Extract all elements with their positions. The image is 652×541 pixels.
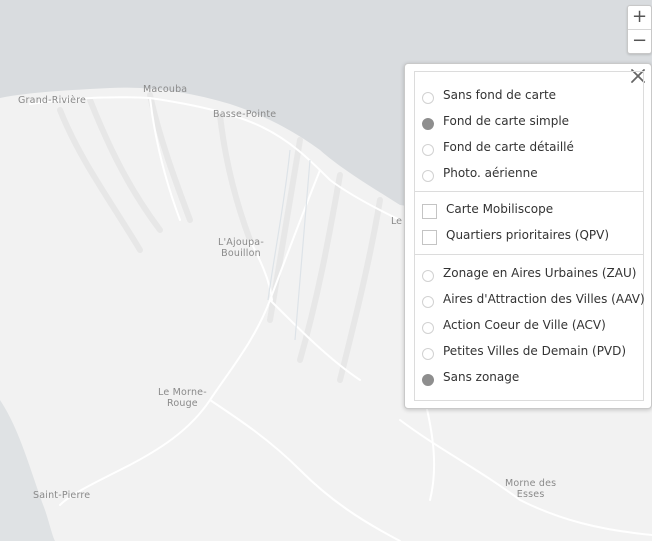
zoning-radio[interactable]	[422, 322, 434, 334]
place-label-grand-riviere: Grand-Rivière	[18, 95, 87, 106]
zoning-option-pvd[interactable]: Petites Villes de Demain (PVD)	[415, 341, 643, 363]
basemap-radio[interactable]	[422, 170, 434, 182]
basemap-label: Fond de carte simple	[443, 114, 570, 128]
overlay-option-qpv[interactable]: Quartiers prioritaires (QPV)	[415, 226, 643, 248]
overlay-label: Carte Mobiliscope	[446, 202, 554, 216]
zoning-radio[interactable]	[422, 374, 434, 386]
zoning-option-none[interactable]: Sans zonage	[415, 367, 643, 389]
basemap-option-detailed[interactable]: Fond de carte détaillé	[415, 137, 643, 159]
zoning-radio[interactable]	[422, 270, 434, 282]
place-label-saint-pierre: Saint-Pierre	[33, 490, 91, 501]
basemap-radio[interactable]	[422, 144, 434, 156]
place-label-macouba: Macouba	[143, 84, 188, 95]
place-label-ajoupa-bouillon: L'Ajoupa- Bouillon	[218, 237, 264, 259]
section-divider	[415, 191, 643, 192]
place-label-morne-des-esses: Morne des Esses	[505, 478, 557, 500]
overlay-label: Quartiers prioritaires (QPV)	[446, 228, 610, 242]
section-divider	[415, 254, 643, 255]
overlay-checkbox[interactable]	[422, 230, 437, 245]
zoning-label: Sans zonage	[443, 370, 520, 384]
basemap-label: Fond de carte détaillé	[443, 140, 574, 154]
zoom-control: + −	[627, 5, 652, 54]
basemap-option-simple[interactable]: Fond de carte simple	[415, 111, 643, 133]
basemap-radio[interactable]	[422, 92, 434, 104]
layers-panel: Sans fond de carte Fond de carte simple …	[404, 63, 652, 409]
overlay-option-mobiliscope[interactable]: Carte Mobiliscope	[415, 200, 643, 222]
basemap-label: Sans fond de carte	[443, 88, 557, 102]
layers-list: Sans fond de carte Fond de carte simple …	[414, 71, 645, 401]
basemap-label: Photo. aérienne	[443, 166, 538, 180]
zoning-label: Action Coeur de Ville (ACV)	[443, 318, 606, 332]
place-label-partial: Le	[391, 216, 402, 227]
zoning-option-zau[interactable]: Zonage en Aires Urbaines (ZAU)	[415, 263, 643, 285]
overlay-checkbox[interactable]	[422, 204, 437, 219]
zoning-radio[interactable]	[422, 296, 434, 308]
zoning-label: Zonage en Aires Urbaines (ZAU)	[443, 266, 637, 280]
place-label-basse-pointe: Basse-Pointe	[213, 109, 277, 120]
zoning-option-aav[interactable]: Aires d'Attraction des Villes (AAV)	[415, 289, 645, 311]
place-label-morne-rouge: Le Morne- Rouge	[158, 387, 207, 409]
zoning-label: Aires d'Attraction des Villes (AAV)	[443, 292, 645, 306]
basemap-radio[interactable]	[422, 118, 434, 130]
zoning-option-acv[interactable]: Action Coeur de Ville (ACV)	[415, 315, 643, 337]
zoning-label: Petites Villes de Demain (PVD)	[443, 344, 627, 358]
zoom-in-button[interactable]: +	[628, 6, 651, 30]
basemap-option-none[interactable]: Sans fond de carte	[415, 85, 643, 107]
zoom-out-button[interactable]: −	[628, 30, 651, 53]
basemap-option-aerial[interactable]: Photo. aérienne	[415, 163, 643, 185]
zoning-radio[interactable]	[422, 348, 434, 360]
